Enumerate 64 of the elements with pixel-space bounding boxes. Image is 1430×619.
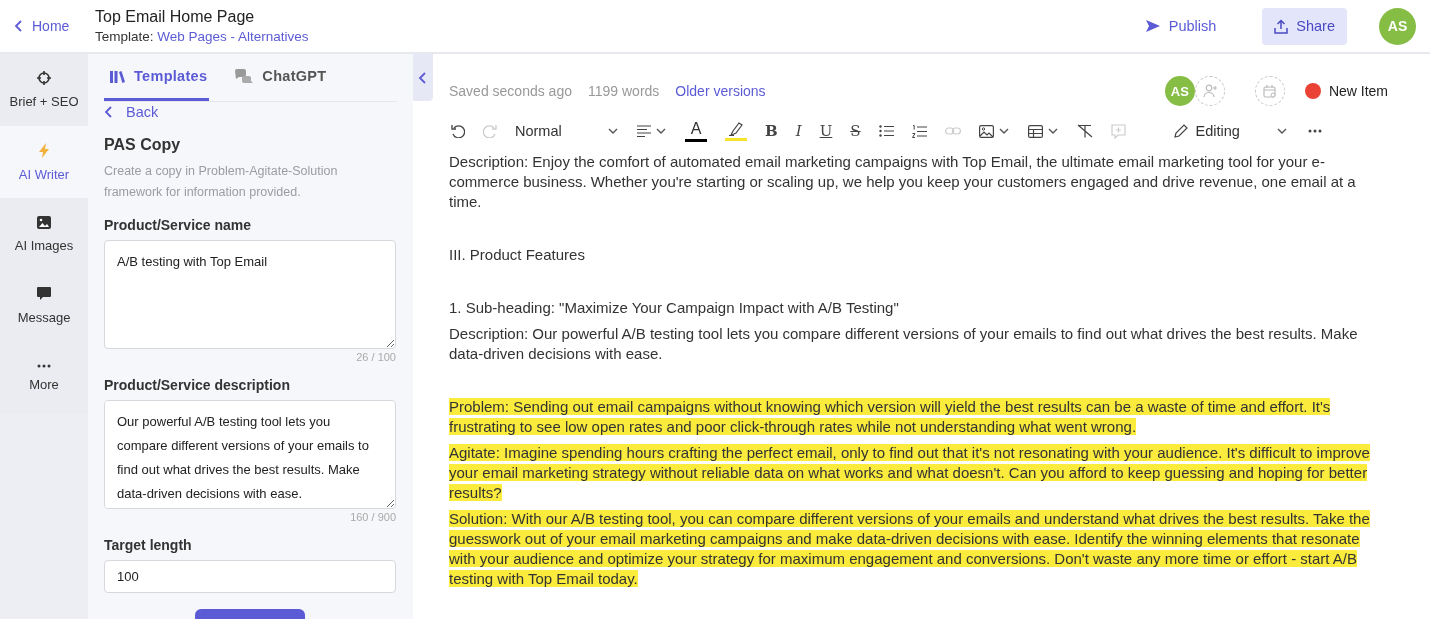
save-status: Saved seconds ago (449, 83, 572, 99)
share-button[interactable]: Share (1262, 7, 1347, 45)
undo-icon[interactable] (451, 124, 465, 138)
highlight-button[interactable] (725, 121, 747, 141)
character-counter: 26 / 100 (355, 351, 396, 363)
image-icon[interactable] (978, 124, 994, 138)
field-label: Product/Service name (104, 217, 253, 233)
mode-dropdown[interactable]: Editing (1173, 123, 1288, 139)
field-label: Target length (104, 537, 193, 553)
pencil-icon (1173, 124, 1188, 138)
template-title: PAS Copy (104, 136, 182, 154)
crosshair-icon (37, 71, 51, 85)
image-icon (37, 215, 51, 229)
highlighted-paragraph: Problem: Sending out email campaigns without knowing which version will yield the best results can be a waste of time and effort. It's frustrating to see low open rates and poor click-through rates while not understanding what went wrong. (449, 397, 1332, 437)
template-link[interactable]: Web Pages - Alternatives (157, 29, 309, 44)
text-area[interactable]: A/B testing with Top Email (104, 240, 396, 349)
word-count: 1199 words (588, 83, 660, 99)
field-label: Product/Service description (104, 377, 291, 393)
panel-tab[interactable]: Templates (104, 54, 210, 101)
calendar-icon (1262, 84, 1277, 98)
chevron-left-icon (104, 105, 114, 119)
document-paragraph: Description: Our powerful A/B testing tool lets you compare different versions of your emails to find out what drives the best results. Make data-driven decisions with ease. (449, 324, 1359, 364)
format-button[interactable]: I (795, 122, 802, 140)
document-paragraph: 1. Sub-heading: "Maximize Your Campaign Impact with A/B Testing" (449, 298, 900, 318)
home-link[interactable]: Home (14, 18, 95, 34)
more-icon (37, 364, 51, 368)
highlighter-icon (728, 121, 744, 136)
document-paragraph: Description: Enjoy the comfort of automated email marketing campaigns with Top Email, the ultimate email marketing tool for your e-commerce business. Whether you're starting or scaling up, we help you keep your customers engaged and drive revenue, one email at a time. (449, 152, 1357, 212)
page-title: Top Email Home Page (95, 8, 256, 26)
chat-bubbles-icon (235, 69, 254, 83)
format-button[interactable]: S (850, 122, 861, 140)
send-icon (1144, 19, 1161, 33)
table-icon[interactable] (1027, 124, 1043, 138)
highlighted-paragraph: Agitate: Imagine spending hours crafting the perfect email, only to find out that it's not resonating with your audience. It's difficult to improve your email marketing strategy without reliable data on what works and what doesn't. Can you afford to keep guessing and hoping for better results? (449, 443, 1371, 503)
highlighted-paragraph: Solution: With our A/B testing tool, you can compare different versions of your emails and understand what drives the best results. Take the guesswork out of your email marketing campaigns and make data-driven decisions with ease. Identify the winning elements that resonate with your audience and optimize your strategy for maximum engagement and conversions. Don't waste any more time or effort - start A/B testing with Top Email today. (449, 509, 1371, 589)
back-link[interactable]: Back (104, 104, 159, 120)
more-icon[interactable] (1307, 129, 1322, 133)
chevron-left-icon (14, 19, 24, 33)
text-area[interactable]: Our powerful A/B testing tool lets you compare different versions of your emails to find out what drives the best results. Make data-driven decisions with ease. (104, 400, 396, 509)
style-dropdown[interactable]: Normal (515, 123, 619, 139)
chevron-left-icon (418, 70, 428, 85)
align-icon[interactable] (637, 125, 651, 137)
format-button[interactable]: B (765, 122, 778, 140)
bullet-list-icon[interactable] (878, 125, 894, 137)
panel-tab[interactable]: ChatGPT (229, 54, 329, 101)
upload-icon (1274, 18, 1289, 34)
character-counter: 160 / 900 (349, 511, 396, 523)
publish-button[interactable]: Publish (1138, 17, 1223, 35)
lightning-icon (38, 142, 50, 158)
input-field[interactable]: 100 (104, 560, 396, 593)
clear-format-icon[interactable] (1076, 124, 1093, 138)
numbered-list-icon[interactable] (911, 124, 927, 138)
format-button[interactable]: U (819, 122, 833, 140)
books-icon (110, 69, 125, 83)
template-description: Create a copy in Problem-Agitate-Solution framework for information provided. (104, 163, 339, 201)
text-color-button[interactable]: A (685, 120, 707, 142)
add-user-icon (1202, 84, 1217, 98)
collapse-button[interactable] (413, 54, 433, 101)
speech-bubble-icon (37, 287, 51, 301)
template-line: Template: Web Pages - Alternatives (95, 29, 309, 44)
older-versions-link[interactable]: Older versions (675, 83, 766, 99)
rail-item[interactable]: AI Writer (0, 126, 88, 198)
document-paragraph: III. Product Features (449, 245, 586, 265)
status-label[interactable]: New Item (1328, 83, 1388, 99)
